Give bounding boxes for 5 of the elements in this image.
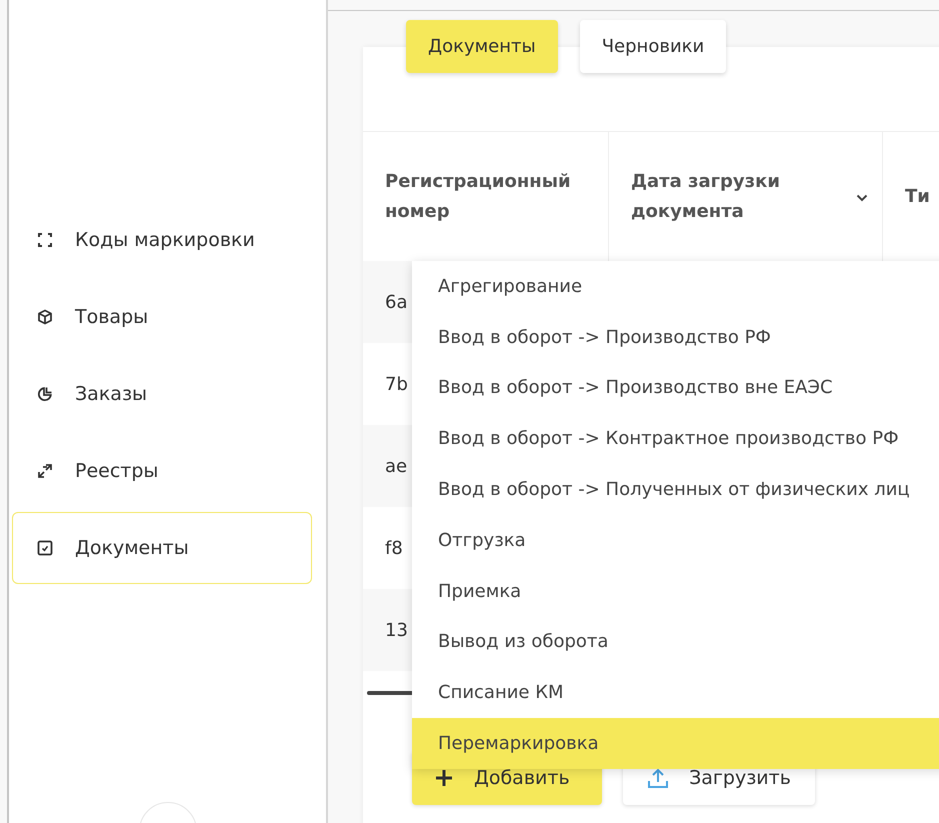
table-cell: ae [385, 456, 408, 476]
table-cell: 13 [385, 620, 408, 640]
table-cell: f8 [385, 538, 403, 558]
table-cell: 7b [385, 374, 408, 394]
table-cell: 6a [385, 292, 408, 312]
